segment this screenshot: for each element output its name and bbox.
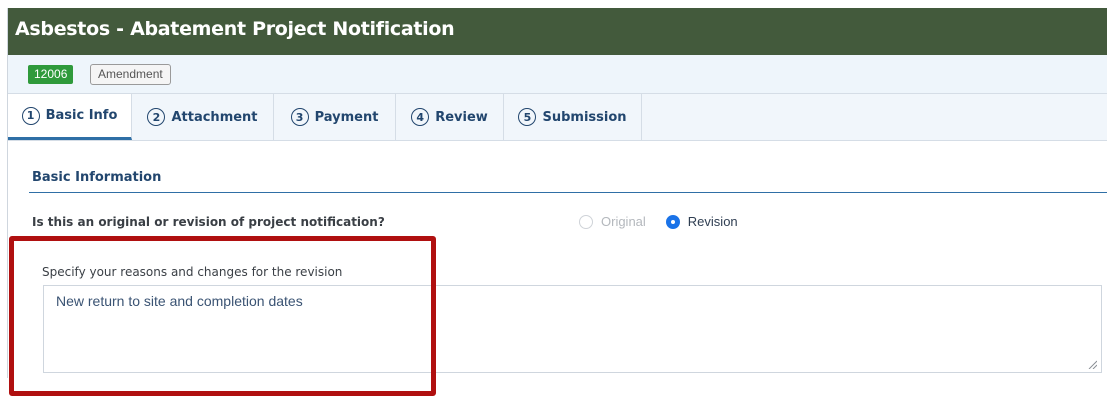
tab-label: Attachment (171, 109, 258, 125)
radio-option-original[interactable]: Original (579, 214, 646, 229)
revision-question: Is this an original or revision of proje… (32, 215, 385, 229)
step-number-icon: 2 (147, 108, 166, 126)
tab-basic-info[interactable]: 1 Basic Info (8, 94, 132, 140)
status-badge: Amendment (90, 64, 171, 85)
radio-revision[interactable] (665, 214, 680, 229)
tab-label: Payment (314, 109, 379, 125)
radio-option-revision[interactable]: Revision (665, 214, 738, 229)
tab-payment[interactable]: 3 Payment (274, 94, 396, 140)
tab-attachment[interactable]: 2 Attachment (132, 94, 274, 140)
section-title: Basic Information (32, 170, 162, 185)
step-number-icon: 4 (411, 108, 430, 126)
resize-grip-icon[interactable] (1087, 359, 1097, 369)
tab-label: Basic Info (45, 108, 118, 123)
revision-reason-textarea[interactable]: New return to site and completion dates (43, 285, 1102, 373)
step-number-icon: 3 (290, 108, 309, 126)
page-title: Asbestos - Abatement Project Notificatio… (15, 18, 455, 40)
revision-reason-value: New return to site and completion dates (56, 293, 303, 309)
tab-label: Submission (542, 109, 627, 125)
step-number-icon: 1 (21, 106, 40, 125)
revision-reason-label: Specify your reasons and changes for the… (42, 265, 343, 279)
tab-review[interactable]: 4 Review (396, 94, 504, 140)
notification-type-radio-group: Original Revision (579, 214, 758, 229)
record-info-bar: 12006 Amendment (8, 55, 1107, 94)
record-id-badge: 12006 (28, 65, 74, 84)
step-number-icon: 5 (518, 108, 537, 126)
radio-label-revision: Revision (687, 214, 738, 229)
radio-label-original: Original (601, 214, 646, 229)
step-tabs: 1 Basic Info 2 Attachment 3 Payment 4 Re… (8, 94, 1107, 141)
radio-original[interactable] (579, 214, 593, 229)
title-bar: Asbestos - Abatement Project Notificatio… (8, 8, 1107, 55)
tab-submission[interactable]: 5 Submission (504, 94, 642, 140)
tab-label: Review (435, 109, 488, 125)
section-divider (29, 192, 1107, 193)
